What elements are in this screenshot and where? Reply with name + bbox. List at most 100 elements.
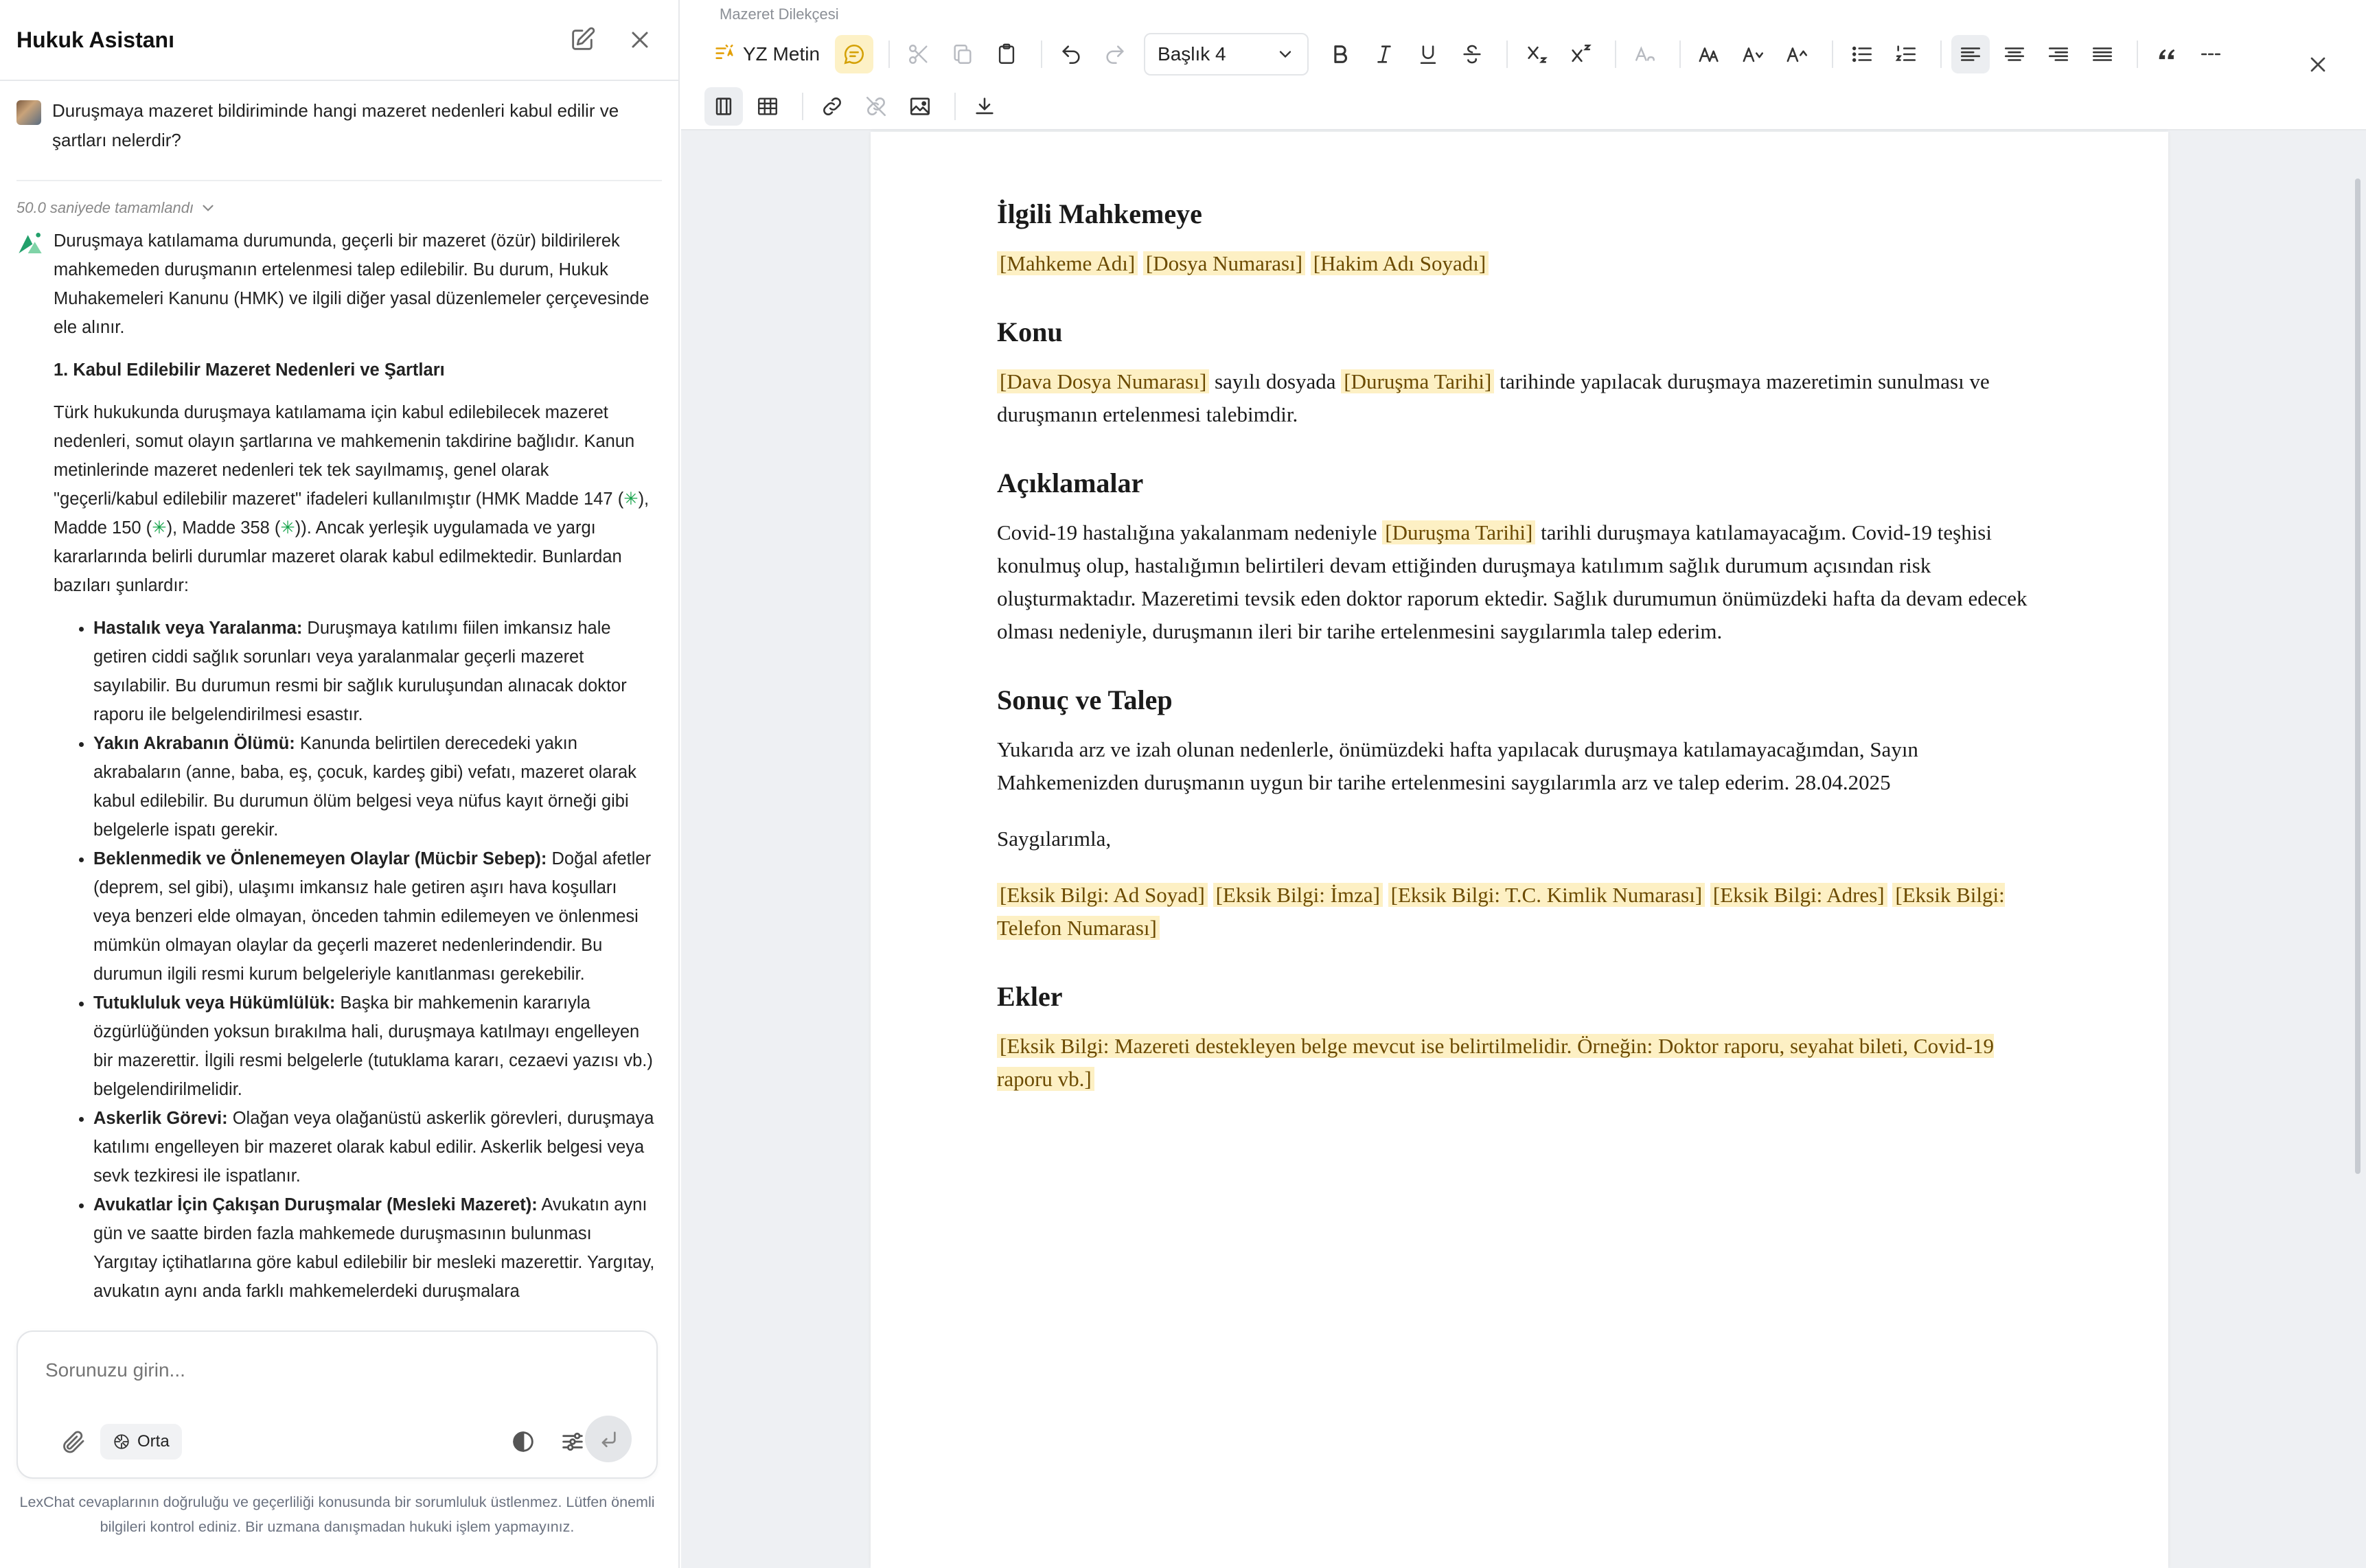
placeholder-field[interactable]: [Duruşma Tarihi] <box>1382 520 1536 544</box>
assistant-message: Duruşmaya katılamama durumunda, geçerli … <box>16 227 662 1306</box>
bullet-list-button[interactable] <box>1843 35 1881 73</box>
italic-button[interactable] <box>1365 35 1403 73</box>
bold-button[interactable] <box>1321 35 1359 73</box>
editor-scrollbar[interactable] <box>2355 178 2361 1174</box>
document-content[interactable]: İlgili Mahkemeye [Mahkeme Adı] [Dosya Nu… <box>997 194 2047 1127</box>
horizontal-rule-icon <box>2201 53 2221 56</box>
answer-paragraph: Türk hukukunda duruşmaya katılamama için… <box>54 398 658 600</box>
heading-level-select[interactable]: Başlık 4 <box>1144 33 1309 76</box>
answer-list: Hastalık veya Yaralanma: Duruşmaya katıl… <box>54 614 658 1306</box>
new-chat-button[interactable] <box>560 18 604 62</box>
answer-heading: 1. Kabul Edilebilir Mazeret Nedenleri ve… <box>54 360 445 380</box>
paste-button[interactable] <box>987 35 1026 73</box>
signature-fields: [Eksik Bilgi: Ad Soyad] [Eksik Bilgi: İm… <box>997 879 2047 945</box>
edit-icon <box>572 27 595 50</box>
chat-panel: Hukuk Asistanı Duruşmaya mazeret bildiri… <box>0 0 680 1568</box>
strikethrough-button[interactable] <box>1453 35 1491 73</box>
ai-chat-button[interactable] <box>835 35 874 73</box>
placeholder-field[interactable]: [Eksik Bilgi: İmza] <box>1213 883 1383 907</box>
undo-icon <box>1062 45 1080 65</box>
increase-font-button[interactable] <box>1778 35 1817 73</box>
underline-button[interactable] <box>1409 35 1447 73</box>
chat-composer: Orta <box>16 1330 658 1479</box>
horizontal-rule-button[interactable] <box>2192 35 2230 73</box>
section-paragraph: [Dava Dosya Numarası] sayılı dosyada [Du… <box>997 365 2047 431</box>
document-editor: Mazeret Dilekçesi YZ Metin Başlık 4 İlgi… <box>681 0 2366 1568</box>
list-item-title: Askerlik Görevi: <box>93 1109 228 1128</box>
settings-sliders-icon[interactable] <box>559 1428 586 1455</box>
bullet-list-icon <box>1852 46 1872 62</box>
align-left-button[interactable] <box>1951 35 1990 73</box>
ai-text-label: YZ Metin <box>743 43 820 65</box>
table-icon <box>758 97 777 115</box>
underline-icon <box>1420 45 1436 65</box>
unlink-icon <box>866 96 886 117</box>
redo-button[interactable] <box>1096 35 1134 73</box>
chat-messages[interactable]: Duruşmaya mazeret bildiriminde hangi maz… <box>0 82 678 1318</box>
placeholder-field[interactable]: [Dosya Numarası] <box>1142 251 1306 275</box>
placeholder-field[interactable]: [Eksik Bilgi: Adres] <box>1710 883 1887 907</box>
toolbar-divider <box>2137 41 2139 68</box>
undo-button[interactable] <box>1052 35 1090 73</box>
section-heading: Ekler <box>997 981 1063 1012</box>
paperclip-icon[interactable] <box>59 1428 87 1455</box>
answer-text: Türk hukukunda duruşmaya katılamama için… <box>54 403 635 509</box>
page-view-button[interactable] <box>704 87 743 126</box>
aperture-icon <box>114 1434 129 1449</box>
scissors-icon <box>909 45 928 64</box>
thinking-status[interactable]: 50.0 saniyede tamamlandı <box>16 181 662 227</box>
reference-icon[interactable]: ✳ <box>280 518 295 538</box>
quote-button[interactable] <box>2148 35 2186 73</box>
align-justify-button[interactable] <box>2083 35 2122 73</box>
cut-button[interactable] <box>899 35 938 73</box>
placeholder-field[interactable]: [Duruşma Tarihi] <box>1341 369 1495 393</box>
list-item: Avukatlar İçin Çakışan Duruşmalar (Mesle… <box>93 1190 658 1306</box>
toolbar-divider <box>954 93 956 120</box>
download-button[interactable] <box>965 87 1004 126</box>
insert-table-button[interactable] <box>748 87 787 126</box>
section-court: İlgili Mahkemeye [Mahkeme Adı] [Dosya Nu… <box>997 194 2047 280</box>
disclaimer-text: LexChat cevaplarının doğruluğu ve geçerl… <box>19 1494 655 1535</box>
close-chat-button[interactable] <box>618 18 662 62</box>
section-heading: İlgili Mahkemeye <box>997 198 1202 229</box>
link-icon <box>823 97 841 115</box>
toolbar-divider <box>1041 41 1043 68</box>
assistant-logo-icon <box>19 233 42 253</box>
align-center-icon <box>2005 47 2025 61</box>
copy-button[interactable] <box>943 35 982 73</box>
chat-title: Hukuk Asistanı <box>16 27 174 52</box>
placeholder-field[interactable]: [Mahkeme Adı] <box>997 251 1138 275</box>
question-input[interactable] <box>45 1359 608 1381</box>
close-icon <box>2310 57 2325 72</box>
placeholder-field[interactable]: [Eksik Bilgi: Ad Soyad] <box>997 883 1208 907</box>
numbered-list-button[interactable] <box>1887 35 1925 73</box>
placeholder-field[interactable]: [Dava Dosya Numarası] <box>997 369 1210 393</box>
placeholder-field[interactable]: [Eksik Bilgi: Mazereti destekleyen belge… <box>997 1034 1995 1091</box>
align-right-button[interactable] <box>2039 35 2078 73</box>
superscript-button[interactable] <box>1561 35 1600 73</box>
insert-image-button[interactable] <box>901 87 939 126</box>
placeholder-field[interactable]: [Hakim Adı Soyadı] <box>1310 251 1489 275</box>
send-button[interactable] <box>585 1416 632 1462</box>
mode-selector[interactable]: Orta <box>100 1424 182 1460</box>
toolbar-divider <box>888 41 891 68</box>
close-editor-button[interactable] <box>2299 45 2337 84</box>
user-message: Duruşmaya mazeret bildiriminde hangi maz… <box>16 82 662 181</box>
insert-link-button[interactable] <box>813 87 851 126</box>
ai-text-button[interactable]: YZ Metin <box>704 35 828 73</box>
clear-format-button[interactable] <box>1626 35 1664 73</box>
decrease-font-icon <box>1743 47 1764 62</box>
document-page[interactable]: İlgili Mahkemeye [Mahkeme Adı] [Dosya Nu… <box>871 132 2168 1568</box>
unlink-button[interactable] <box>857 87 895 126</box>
placeholder-field[interactable]: [Eksik Bilgi: T.C. Kimlik Numarası] <box>1388 883 1705 907</box>
toolbar-divider <box>1940 41 1942 68</box>
decrease-font-button[interactable] <box>1734 35 1773 73</box>
section-paragraph: [Eksik Bilgi: Mazereti destekleyen belge… <box>997 1030 2047 1096</box>
reference-icon[interactable]: ✳ <box>152 518 166 538</box>
reference-icon[interactable]: ✳ <box>623 489 638 509</box>
align-center-button[interactable] <box>1995 35 2034 73</box>
document-name: Mazeret Dilekçesi <box>720 5 839 23</box>
voice-icon[interactable] <box>509 1428 537 1455</box>
font-size-button[interactable] <box>1690 35 1729 73</box>
subscript-button[interactable] <box>1517 35 1556 73</box>
